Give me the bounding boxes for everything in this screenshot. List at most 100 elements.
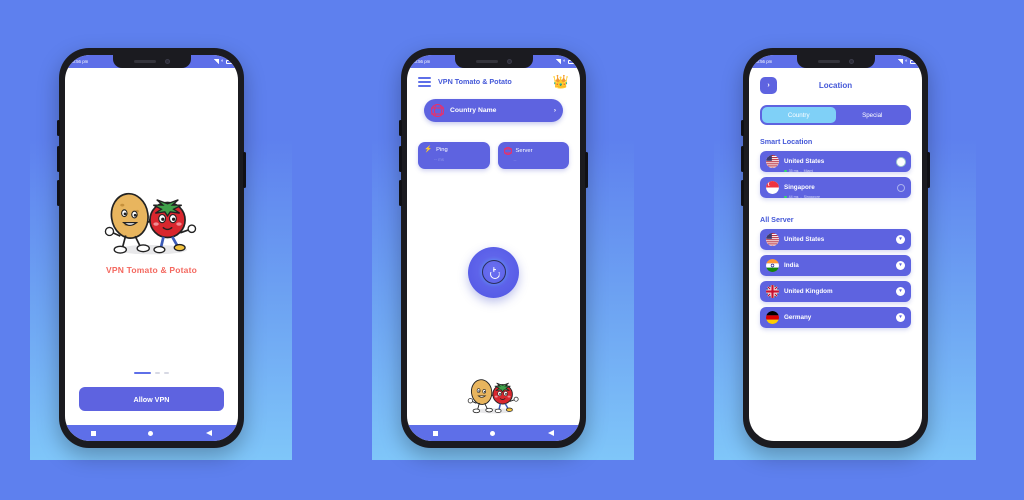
- chevron-down-icon[interactable]: ▾: [896, 261, 905, 270]
- radio-unselected-icon[interactable]: [897, 183, 905, 192]
- volume-down-button[interactable]: [399, 146, 402, 172]
- smart-location-row[interactable]: Singapore 44 ms - Singapore: [760, 176, 911, 199]
- page-title: Location: [818, 81, 853, 90]
- silent-switch[interactable]: [399, 180, 402, 206]
- status-bar: 10:56 pm ◐: [749, 55, 922, 68]
- phone-mockup-2: 10:56 pm ◐ VPN Tomato & Potato 👑 Country…: [399, 48, 588, 448]
- location-detail: 44 ms - Singapore: [784, 195, 892, 199]
- volume-up-button[interactable]: [399, 120, 402, 136]
- sg-flag-icon: [766, 181, 779, 194]
- splash-screen: VPN Tomato & Potato Allow VPN: [65, 68, 238, 425]
- power-icon: [489, 267, 499, 277]
- front-camera-icon: [848, 59, 854, 64]
- silent-switch[interactable]: [741, 180, 744, 206]
- stats-row: ⚡ Ping -- ms Server --: [418, 142, 569, 169]
- location-info: Singapore 44 ms - Singapore: [784, 176, 892, 199]
- server-name: United States: [784, 236, 825, 243]
- ping-label: Ping: [436, 147, 448, 154]
- us-flag-icon: [766, 233, 779, 246]
- country-selector-label: Country Name: [450, 107, 497, 114]
- server-row[interactable]: Germany ▾: [760, 307, 911, 328]
- server-row[interactable]: India ▾: [760, 255, 911, 276]
- volume-up-button[interactable]: [57, 120, 60, 136]
- server-label: Server: [515, 148, 533, 154]
- chevron-down-icon[interactable]: ▾: [896, 313, 905, 322]
- chevron-down-icon[interactable]: ▾: [896, 235, 905, 244]
- volume-up-button[interactable]: [741, 120, 744, 136]
- wifi-icon: ◐: [562, 58, 566, 64]
- us-flag-icon: [766, 155, 779, 168]
- allow-vpn-button[interactable]: Allow VPN: [79, 387, 224, 411]
- page-indicator[interactable]: [134, 371, 169, 374]
- radio-selected-icon[interactable]: [897, 157, 905, 166]
- server-name: United Kingdom: [784, 288, 833, 295]
- power-ring: [481, 260, 506, 284]
- status-icons: ◐: [555, 58, 575, 64]
- status-dot-icon: [784, 195, 787, 199]
- battery-icon: [226, 59, 233, 64]
- ping-card[interactable]: ⚡ Ping -- ms: [418, 142, 490, 169]
- ping-value: -- ms: [434, 156, 444, 162]
- tab-special[interactable]: Special: [836, 107, 910, 123]
- location-name: Singapore: [784, 184, 815, 191]
- home-icon[interactable]: [148, 430, 154, 436]
- server-row[interactable]: United States ▾: [760, 229, 911, 250]
- status-icons: ◐: [213, 59, 233, 64]
- smart-location-row[interactable]: United States 35 ms - Miami: [760, 151, 911, 173]
- section-title-all-server: All Server: [760, 215, 794, 224]
- mascot-illustration: [467, 379, 519, 414]
- screen2-body: VPN Tomato & Potato 👑 Country Name › ⚡ P…: [407, 68, 580, 425]
- notch: [796, 55, 875, 68]
- server-row[interactable]: United Kingdom ▾: [760, 281, 911, 302]
- recents-icon[interactable]: [433, 430, 439, 436]
- earpiece-speaker: [817, 60, 840, 63]
- back-button[interactable]: ›: [760, 77, 777, 94]
- city-name: Singapore: [803, 195, 820, 199]
- phone-screen-1: 10:56 pm ◐ VPN Tomato & Potato Allow VPN: [65, 55, 238, 441]
- signal-icon: [897, 59, 903, 64]
- server-card[interactable]: Server --: [497, 142, 569, 169]
- location-name: United States: [784, 158, 825, 165]
- page-dot[interactable]: [164, 371, 169, 374]
- page-title: VPN Tomato & Potato: [438, 77, 512, 86]
- crown-icon[interactable]: 👑: [553, 75, 569, 88]
- location-detail: 35 ms - Miami: [784, 169, 892, 173]
- city-name: Miami: [803, 169, 814, 173]
- bolt-icon: ⚡: [424, 146, 433, 153]
- phone-mockup-1: 10:56 pm ◐ VPN Tomato & Potato Allow VPN: [57, 48, 246, 448]
- vpn-connect-button[interactable]: [468, 246, 519, 298]
- hardware-power-button[interactable]: [243, 152, 246, 188]
- gb-flag-icon: [766, 285, 779, 298]
- location-header: › Location: [760, 77, 911, 94]
- front-camera-icon: [506, 59, 512, 64]
- hamburger-icon[interactable]: [418, 76, 431, 87]
- volume-down-button[interactable]: [741, 146, 744, 172]
- silent-switch[interactable]: [57, 180, 60, 206]
- chevron-down-icon[interactable]: ▾: [896, 287, 905, 296]
- volume-down-button[interactable]: [57, 146, 60, 172]
- status-bar: 10:56 pm ◐: [407, 55, 580, 68]
- hardware-power-button[interactable]: [585, 152, 588, 188]
- home-icon[interactable]: [490, 430, 496, 436]
- status-dot-icon: [784, 169, 787, 173]
- page-dot-active[interactable]: [134, 371, 151, 374]
- battery-icon: [910, 59, 917, 64]
- back-icon[interactable]: [205, 430, 212, 436]
- hardware-power-button[interactable]: [927, 152, 930, 188]
- notch: [454, 55, 533, 68]
- app-header: VPN Tomato & Potato 👑: [418, 75, 569, 88]
- app-logo-text: VPN Tomato & Potato: [105, 264, 197, 275]
- home-screen: VPN Tomato & Potato 👑 Country Name › ⚡ P…: [407, 68, 580, 425]
- tab-country[interactable]: Country: [762, 107, 836, 123]
- recents-icon[interactable]: [91, 430, 97, 436]
- chevron-right-icon: ›: [553, 107, 556, 114]
- mascot-illustration: [104, 192, 196, 255]
- status-time: 10:56 pm: [412, 59, 431, 64]
- globe-icon: [503, 147, 512, 155]
- page-dot[interactable]: [155, 371, 160, 374]
- server-name: India: [784, 262, 799, 269]
- section-title-smart-location: Smart Location: [760, 137, 813, 146]
- back-icon[interactable]: [547, 430, 554, 436]
- screen3-body: › Location Country Special Smart Locatio…: [749, 68, 922, 441]
- country-selector-button[interactable]: Country Name ›: [424, 99, 563, 122]
